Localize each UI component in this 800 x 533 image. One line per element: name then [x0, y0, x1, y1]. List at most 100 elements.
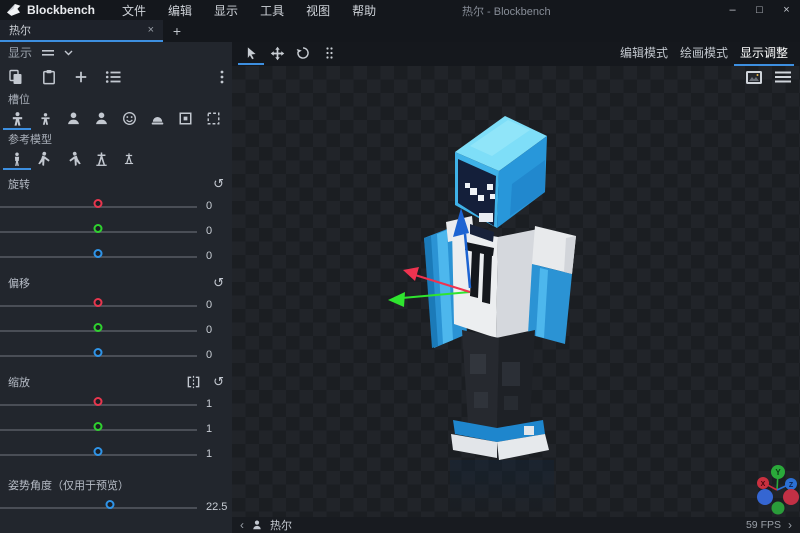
- add-icon[interactable]: [74, 70, 88, 84]
- offset-x-value: 0: [206, 299, 212, 311]
- offset-z-slider[interactable]: 0: [0, 343, 232, 368]
- toolbar-overflow-icon[interactable]: [220, 70, 224, 84]
- ref-player[interactable]: [3, 149, 31, 170]
- slot-firstperson-left[interactable]: [87, 109, 115, 130]
- tab-active[interactable]: 热尔 ×: [0, 20, 163, 42]
- ref-zombie[interactable]: [31, 149, 59, 170]
- rotate-tool-button[interactable]: [290, 43, 316, 65]
- tab-paint-mode[interactable]: 绘画模式: [674, 42, 734, 66]
- reference-model-row: [0, 149, 232, 170]
- pose-section: 姿势角度（仅用于预览） 22.5: [0, 472, 232, 520]
- menu-file[interactable]: 文件: [111, 0, 157, 21]
- paste-icon[interactable]: [41, 69, 57, 85]
- reference-model-label: 参考模型: [0, 130, 232, 149]
- offset-label: 偏移: [8, 275, 30, 291]
- viewport: 编辑模式 绘画模式 显示调整: [232, 42, 800, 533]
- mode-tabs: 编辑模式 绘画模式 显示调整: [614, 42, 794, 66]
- offset-x-slider[interactable]: 0: [0, 293, 232, 318]
- scale-x-value: 1: [206, 398, 212, 410]
- slot-itemframe[interactable]: [171, 109, 199, 130]
- axis-y-label: Y: [775, 468, 781, 477]
- ref-creeper[interactable]: [59, 149, 87, 170]
- slot-thirdperson-right[interactable]: [3, 109, 31, 130]
- pants: [462, 330, 535, 430]
- rotation-y-slider[interactable]: 0: [0, 219, 232, 244]
- scale-label: 缩放: [8, 374, 30, 390]
- status-bar: ‹ 热尔 59 FPS ›: [232, 517, 800, 533]
- blockbench-logo-icon: [6, 3, 22, 17]
- minimize-button[interactable]: –: [719, 0, 746, 20]
- rotation-reset-icon[interactable]: ↺: [213, 176, 224, 192]
- collapse-chevron-icon[interactable]: [64, 50, 73, 56]
- drag-handle-icon[interactable]: [42, 49, 54, 57]
- scale-x-slider[interactable]: 1: [0, 392, 232, 417]
- slot-head[interactable]: [115, 109, 143, 130]
- rotation-section: 旋转 ↺ 0 0 0: [0, 175, 232, 269]
- new-tab-button[interactable]: +: [163, 20, 191, 42]
- axis-orientation-gizmo: Y X Z: [757, 465, 799, 515]
- 3d-canvas[interactable]: Y X Z: [232, 66, 800, 517]
- maximize-button[interactable]: □: [746, 0, 773, 20]
- breadcrumb-model-name[interactable]: 热尔: [270, 517, 292, 533]
- tab-label: 热尔: [9, 22, 31, 38]
- rotation-x-value: 0: [206, 200, 212, 212]
- copy-icon[interactable]: [8, 69, 24, 85]
- pose-angle-slider[interactable]: 22.5: [0, 495, 232, 520]
- ref-armorstand[interactable]: [87, 149, 115, 170]
- breadcrumb-back-icon[interactable]: ‹: [240, 519, 244, 531]
- menu-help[interactable]: 帮助: [341, 0, 387, 21]
- right-arm: [528, 226, 576, 344]
- panel-title: 显示: [8, 44, 32, 61]
- toolbar-drag-handle-icon[interactable]: [316, 43, 342, 65]
- scale-z-slider[interactable]: 1: [0, 442, 232, 467]
- window-title: 热尔 - Blockbench: [462, 3, 551, 19]
- rotation-z-slider[interactable]: 0: [0, 244, 232, 269]
- slot-thirdperson-left[interactable]: [31, 109, 59, 130]
- status-forward-icon[interactable]: ›: [788, 519, 792, 531]
- rotation-y-value: 0: [206, 225, 212, 237]
- display-toolbar: [0, 63, 232, 90]
- slot-gui[interactable]: [199, 109, 227, 130]
- offset-reset-icon[interactable]: ↺: [213, 275, 224, 291]
- menu-view[interactable]: 视图: [295, 0, 341, 21]
- rotation-x-slider[interactable]: 0: [0, 194, 232, 219]
- move-tool-button[interactable]: [264, 43, 290, 65]
- menubar: Blockbench 文件 编辑 显示 工具 视图 帮助 热尔 - Blockb…: [0, 0, 800, 20]
- select-tool-button[interactable]: [238, 43, 264, 65]
- tab-display-mode[interactable]: 显示调整: [734, 42, 794, 66]
- tab-bar: 热尔 × +: [0, 20, 800, 42]
- scale-section: 缩放 ↺ 1 1 1: [0, 373, 232, 467]
- ref-armorstand-small[interactable]: [115, 149, 143, 170]
- scale-y-value: 1: [206, 423, 212, 435]
- offset-y-slider[interactable]: 0: [0, 318, 232, 343]
- scale-y-slider[interactable]: 1: [0, 417, 232, 442]
- minecraft-character-model[interactable]: Y X Z: [232, 66, 800, 517]
- slot-row: [0, 109, 232, 130]
- tab-edit-mode[interactable]: 编辑模式: [614, 42, 674, 66]
- scale-reset-icon[interactable]: ↺: [213, 374, 224, 390]
- mirror-icon[interactable]: [186, 375, 201, 389]
- tab-close-icon[interactable]: ×: [148, 24, 154, 36]
- slot-ground[interactable]: [143, 109, 171, 130]
- scale-z-value: 1: [206, 448, 212, 460]
- list-icon[interactable]: [105, 70, 121, 84]
- menu-edit[interactable]: 编辑: [157, 0, 203, 21]
- slot-firstperson-right[interactable]: [59, 109, 87, 130]
- rotation-z-value: 0: [206, 250, 212, 262]
- pose-angle-label: 姿势角度（仅用于预览）: [8, 477, 129, 493]
- menu-display[interactable]: 显示: [203, 0, 249, 21]
- offset-section: 偏移 ↺ 0 0 0: [0, 274, 232, 368]
- menu-tools[interactable]: 工具: [249, 0, 295, 21]
- head: [455, 116, 547, 228]
- axis-x-label: X: [761, 481, 766, 488]
- offset-y-value: 0: [206, 324, 212, 336]
- panel-header: 显示: [0, 42, 232, 63]
- player-bust-icon: [251, 519, 263, 531]
- close-button[interactable]: ×: [773, 0, 800, 20]
- rotation-label: 旋转: [8, 176, 30, 192]
- app-name: Blockbench: [27, 3, 95, 17]
- fps-counter: 59 FPS: [746, 519, 781, 531]
- slots-label: 槽位: [0, 90, 232, 109]
- pose-angle-value: 22.5: [206, 501, 227, 513]
- offset-z-value: 0: [206, 349, 212, 361]
